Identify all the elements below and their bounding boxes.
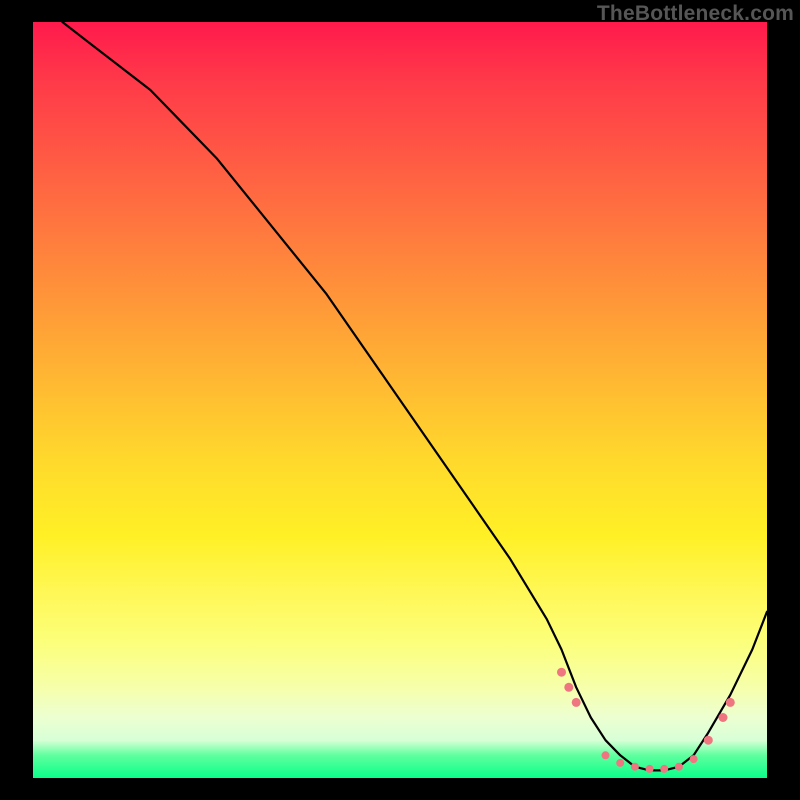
- curve-marker: [704, 736, 713, 745]
- curve-marker: [660, 765, 668, 773]
- curve-marker: [616, 759, 624, 767]
- curve-marker: [572, 698, 581, 707]
- chart-frame: TheBottleneck.com: [0, 0, 800, 800]
- curve-marker: [675, 763, 683, 771]
- curve-marker: [726, 698, 735, 707]
- bottleneck-curve-svg: [33, 22, 767, 778]
- curve-marker: [719, 713, 728, 722]
- bottleneck-curve-path: [62, 22, 767, 770]
- curve-marker: [564, 683, 573, 692]
- watermark-text: TheBottleneck.com: [597, 2, 794, 26]
- curve-marker: [690, 755, 698, 763]
- curve-markers: [557, 668, 735, 773]
- curve-marker: [602, 751, 610, 759]
- curve-marker: [646, 765, 654, 773]
- curve-marker: [631, 763, 639, 771]
- chart-plot-area: [33, 22, 767, 778]
- curve-marker: [557, 668, 566, 677]
